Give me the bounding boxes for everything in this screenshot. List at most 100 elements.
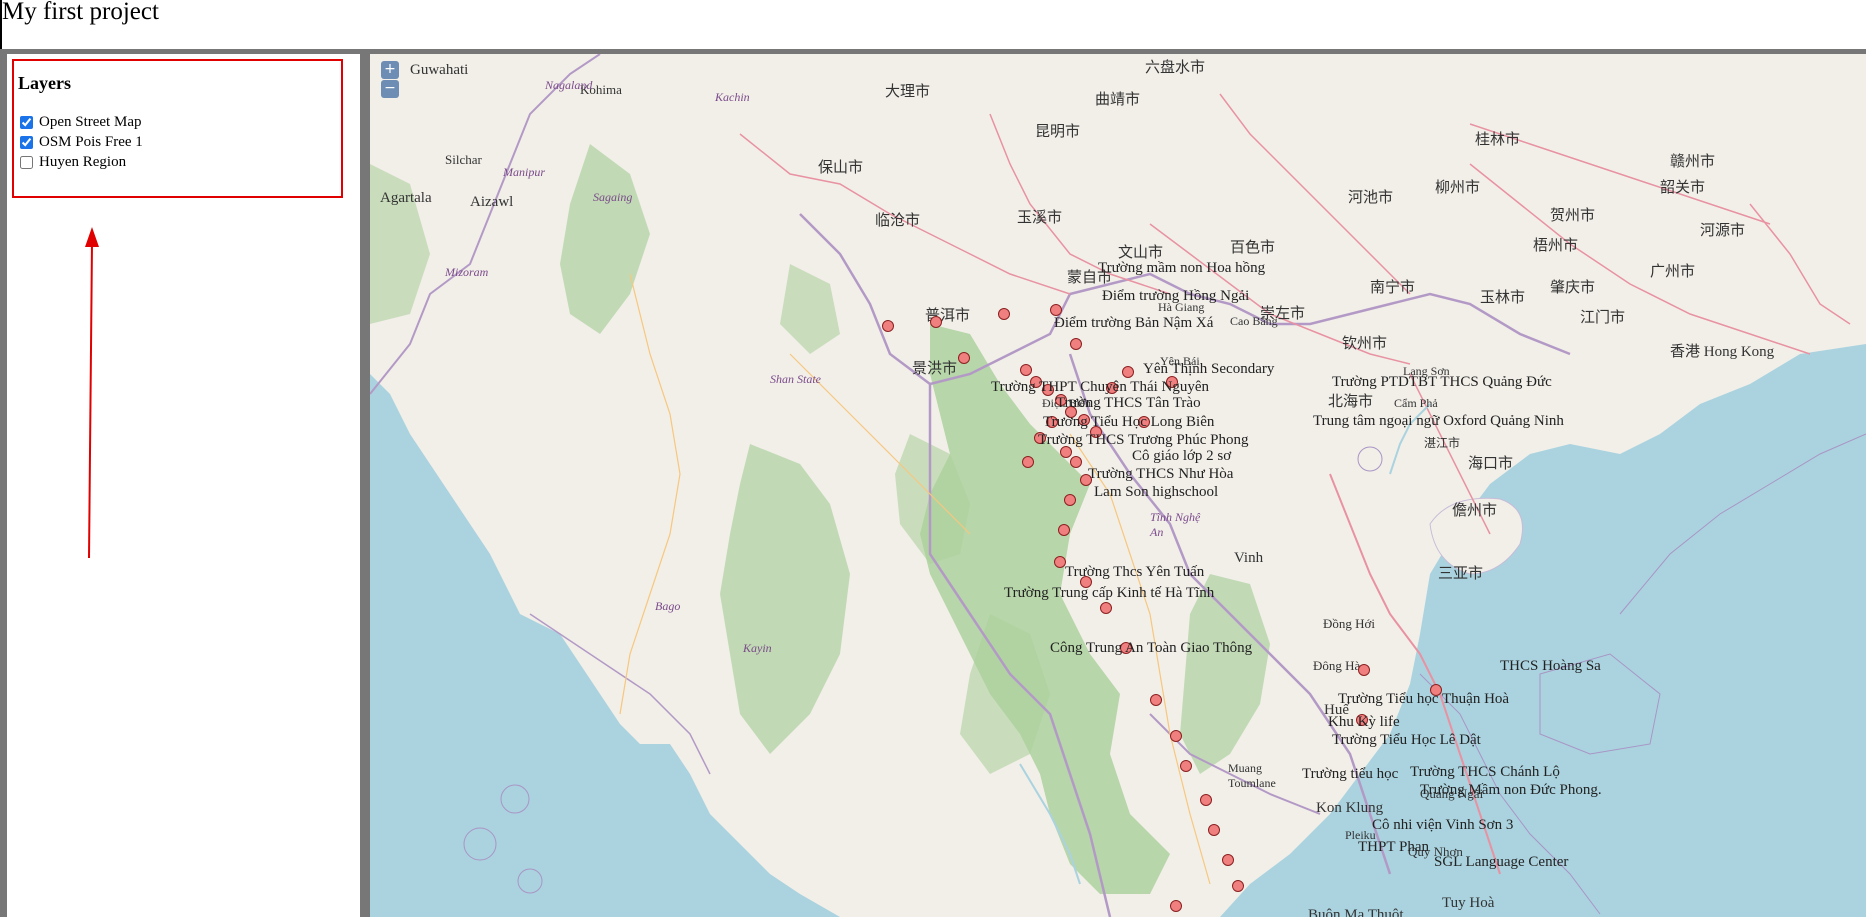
map-label-region: Nagaland [545,78,593,92]
zoom-out-button[interactable]: − [381,80,399,98]
map-label-city: Vinh [1234,550,1264,566]
layer-label: OSM Pois Free 1 [39,133,143,150]
page-title: My first project [2,0,159,25]
poi-marker[interactable] [998,308,1010,320]
map-label-city: 文山市 [1118,245,1164,261]
poi-marker[interactable] [1208,824,1220,836]
map-label-city: 北海市 [1328,394,1374,410]
map-label-poi: Điểm trường Bản Nậm Xá [1054,315,1214,331]
map-label-city: Guwahati [410,62,469,78]
map-label-poi: Trường tiểu học [1302,766,1399,782]
map-label-city: 河池市 [1348,190,1394,206]
map-label-region: Manipur [503,165,545,179]
map-label-city: 玉林市 [1480,290,1526,306]
map-label-city: Buôn Ma Thuột [1308,907,1404,917]
map-label-city: Silchar [445,152,482,167]
map-label-poi: Trường Mầm non Đức Phong. [1420,782,1602,798]
map-label-city: Cao Bằng [1230,314,1278,328]
poi-marker[interactable] [1358,664,1370,676]
map-viewport[interactable]: + − Guwahati Agartala Aizawl Kohima Silc… [370,54,1866,917]
map-label-city: 肇庆市 [1550,280,1596,296]
map-label-city: 曲靖市 [1095,92,1141,108]
map-label-city: 广州市 [1650,264,1696,280]
poi-marker[interactable] [882,320,894,332]
poi-marker[interactable] [1020,364,1032,376]
map-label-city: 景洪市 [912,361,958,377]
map-label-poi: Trường mầm non Hoa hồng [1098,260,1266,276]
map-label-city: Đồng Hới [1323,616,1376,631]
map-label-city: Aizawl [470,194,514,210]
header-border [0,0,2,49]
map-label-city: 赣州市 [1670,154,1716,170]
map-label-poi: Yên Thịnh Secondary [1143,361,1275,377]
map-label-poi: Trường THCS Chánh Lộ [1410,764,1560,780]
map-label-city: 六盘水市 [1145,60,1206,76]
map-label-poi: Trường Tiểu học Thuận Hoà [1338,691,1510,707]
poi-marker[interactable] [958,352,970,364]
map-label-poi: Điểm trường Hồng Ngải [1102,288,1250,304]
poi-marker[interactable] [1070,338,1082,350]
map-label-poi: Trường THCS Như Hòa [1088,466,1234,482]
map-label-poi: SGL Language Center [1434,854,1569,870]
map-label-city: 玉溪市 [1017,210,1063,226]
map-label-poi: Trường THCS Trương Phúc Phong [1038,432,1249,448]
map-label-poi: Lam Son highschool [1094,484,1219,500]
layer-checkbox-huyen-region[interactable] [20,155,33,169]
map-label-city: 海口市 [1468,456,1514,472]
poi-marker[interactable] [1122,366,1134,378]
poi-marker[interactable] [1058,524,1070,536]
poi-marker[interactable] [1022,456,1034,468]
map-label-city: 钦州市 [1342,336,1388,352]
layer-item-open-street-map[interactable]: Open Street Map [20,113,141,131]
map-label-poi: Trường PTDTBT THCS Quảng Đức [1332,374,1552,390]
layers-title: Layers [18,73,71,93]
map-label-region: Kayin [743,641,772,655]
poi-marker[interactable] [1070,456,1082,468]
layers-panel: Layers Open Street Map OSM Pois Free 1 H… [12,59,343,198]
map-label-city: 昆明市 [1035,124,1081,140]
map-label-city: 湛江市 [1424,436,1461,450]
map-label-city: Cẩm Phả [1394,396,1438,410]
poi-marker[interactable] [1150,694,1162,706]
poi-marker[interactable] [1180,760,1192,772]
zoom-in-button[interactable]: + [381,61,399,79]
map-label-poi: Trường Tiểu Học Lê Dật [1332,732,1481,748]
poi-marker[interactable] [930,316,942,328]
poi-marker[interactable] [1100,602,1112,614]
map-label-city: Agartala [380,190,432,206]
annotation-arrow [85,227,99,559]
map-label-city: 梧州市 [1533,238,1579,254]
poi-marker[interactable] [1200,794,1212,806]
map-label-poi: Trường THPT Chuyên Thái Nguyên [991,379,1210,395]
map-label-city: 柳州市 [1435,180,1481,196]
map-label-region: Bago [655,599,681,613]
layer-checkbox-open-street-map[interactable] [20,115,33,129]
layer-item-huyen-region[interactable]: Huyen Region [20,153,126,171]
map-label-poi: Cô giáo lớp 2 sơ [1132,448,1232,464]
map-label-region: Kachin [715,90,750,104]
map-label-city: 大理市 [885,84,931,100]
map-label-city: 儋州市 [1452,503,1498,519]
map-label-poi: Trường Tiểu Học Long Biên [1043,414,1215,430]
map-label-city: 三亚市 [1438,566,1484,582]
map-label-poi: Trường Trung cấp Kinh tế Hà Tĩnh [1004,585,1215,601]
poi-marker[interactable] [1170,900,1182,912]
layer-item-osm-pois-free-1[interactable]: OSM Pois Free 1 [20,133,143,151]
layer-label: Open Street Map [39,113,142,130]
map-label-city: Đông Hà [1313,658,1361,673]
map-label-city: Tuy Hoà [1442,895,1495,911]
poi-marker[interactable] [1064,494,1076,506]
map-label-city: 贺州市 [1550,208,1596,224]
poi-marker[interactable] [1222,854,1234,866]
layer-checkbox-osm-pois-free-1[interactable] [20,135,33,149]
map-label-region: Shan State [770,372,821,386]
map-label-city: 保山市 [818,160,864,176]
map-label-region: Mizoram [445,265,489,279]
map-label-region: Sagaing [593,190,633,204]
poi-marker[interactable] [1232,880,1244,892]
map-label-city: 韶关市 [1660,180,1706,196]
map-label-city: Muang Toumlane [1228,761,1276,790]
map-label-poi: Cô nhi viện Vinh Sơn 3 [1372,817,1514,833]
poi-marker[interactable] [1170,730,1182,742]
map-label-city: 香港 Hong Kong [1670,344,1775,360]
